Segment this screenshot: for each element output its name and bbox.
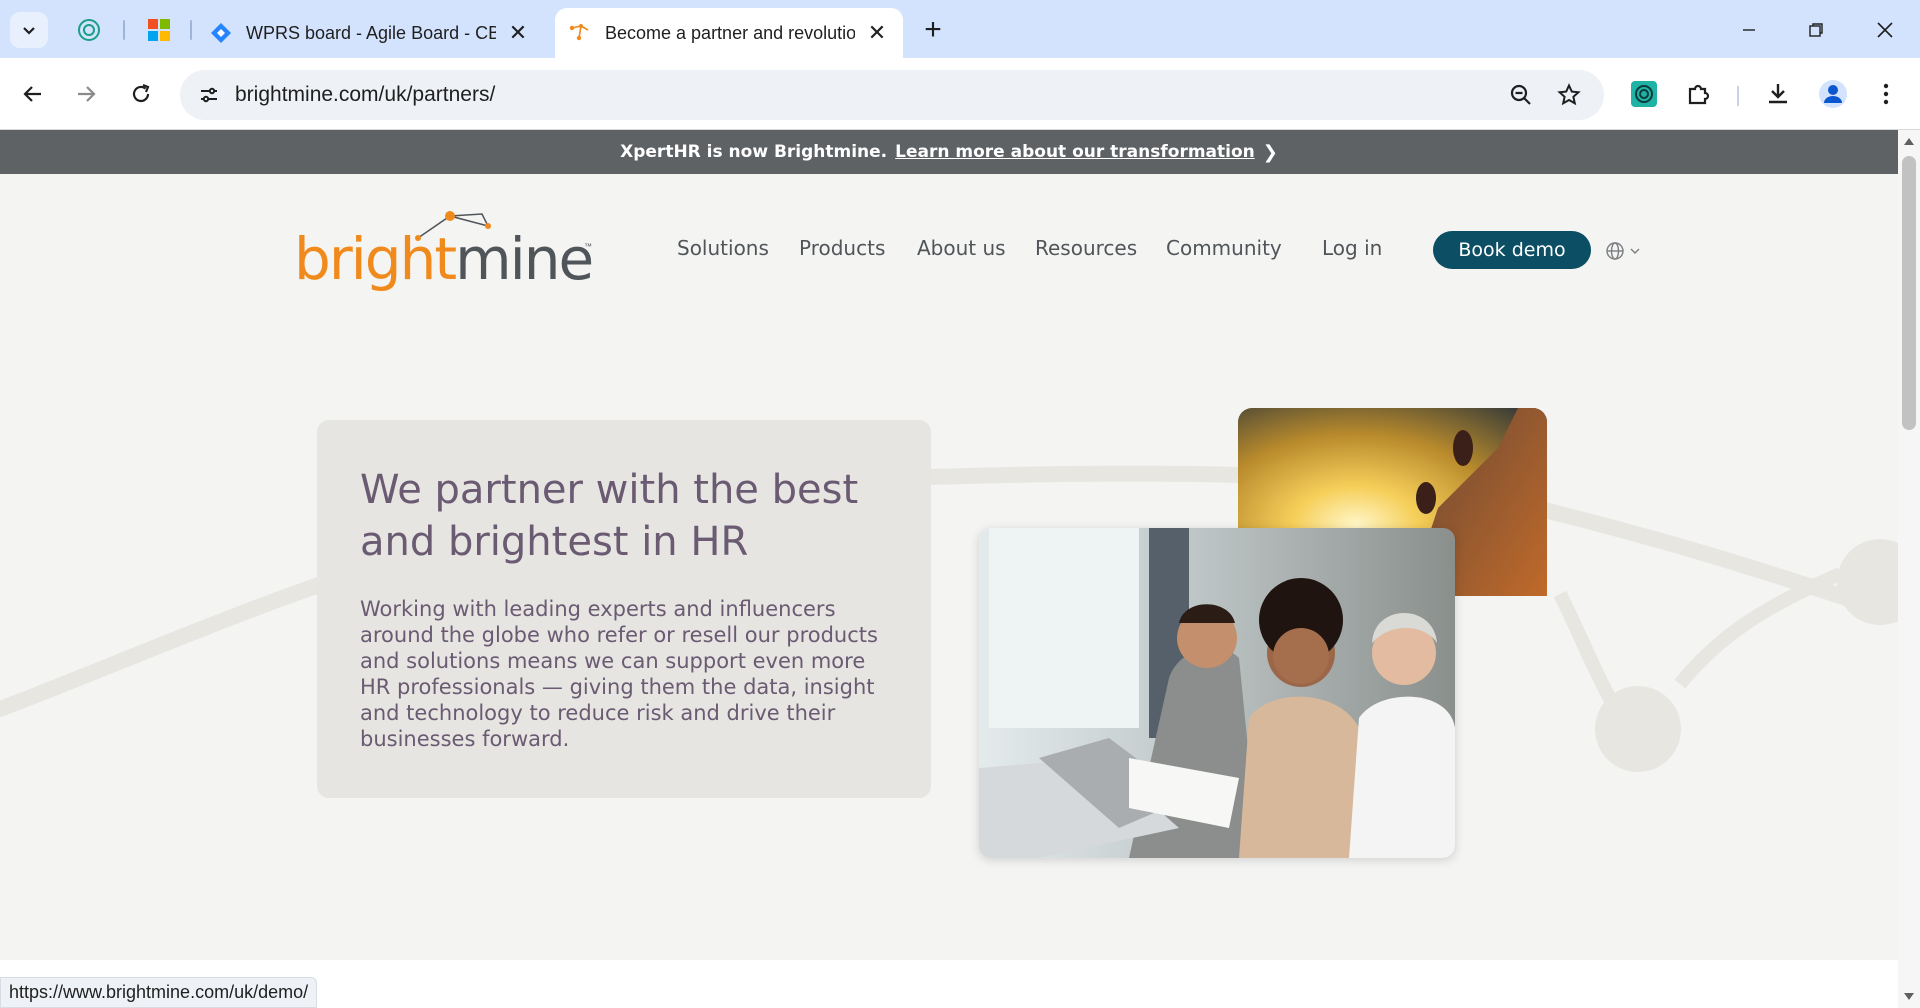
transformation-link[interactable]: Learn more about our transformation (895, 142, 1255, 162)
browser-toolbar: brightmine.com/uk/partners/ (0, 58, 1920, 130)
tab-wprs-board[interactable]: WPRS board - Agile Board - CB ✕ (196, 8, 548, 58)
extension-chatgpt-button[interactable] (1624, 74, 1664, 114)
logo-wordmark: brightmine (294, 230, 594, 288)
decorative-network-lines (0, 465, 1898, 772)
chatgpt-extension-icon (1631, 81, 1657, 107)
nav-login[interactable]: Log in (1322, 236, 1382, 260)
zoom-button[interactable] (1506, 80, 1536, 110)
pinned-tab-chatgpt[interactable] (73, 14, 105, 46)
minimize-icon (1743, 29, 1755, 31)
restore-icon (1809, 23, 1823, 37)
chatgpt-icon (78, 19, 100, 41)
scrollbar-thumb[interactable] (1902, 156, 1916, 430)
toolbar-separator (1737, 86, 1739, 106)
book-demo-button[interactable]: Book demo (1433, 231, 1591, 269)
close-tab-icon[interactable]: ✕ (865, 20, 889, 45)
chevron-down-icon (1630, 248, 1640, 254)
tab-search-button[interactable] (10, 12, 48, 48)
minimize-button[interactable] (1725, 10, 1773, 50)
close-tab-icon[interactable]: ✕ (506, 20, 530, 45)
chevron-right-icon[interactable]: ❯ (1263, 142, 1278, 163)
logo-bright: bright (294, 225, 457, 293)
hero-description: Working with leading experts and influen… (360, 597, 878, 751)
extensions-button[interactable] (1679, 74, 1719, 114)
url-text[interactable]: brightmine.com/uk/partners/ (235, 83, 495, 107)
scroll-up-arrow-icon[interactable] (1904, 138, 1914, 145)
star-icon (1557, 83, 1581, 106)
tab-brightmine-partners[interactable]: Become a partner and revolutionise ✕ (555, 8, 903, 58)
reload-button[interactable] (121, 74, 161, 114)
logo-mine: mine (455, 225, 594, 293)
language-selector[interactable] (1605, 239, 1645, 263)
brightmine-logo[interactable]: brightmine ™ (292, 204, 598, 294)
download-icon (1769, 84, 1787, 104)
site-info-button[interactable] (194, 80, 224, 110)
back-button[interactable] (13, 74, 53, 114)
arrow-right-icon (78, 86, 96, 102)
pinned-tab-microsoft[interactable] (143, 14, 175, 46)
nav-about-us[interactable]: About us (917, 236, 1006, 260)
tab-separator (123, 20, 125, 40)
page-content: brightmine ™ Solutions Products About us… (0, 174, 1898, 960)
jira-icon (211, 23, 231, 43)
page-scrollbar[interactable] (1898, 130, 1920, 1008)
brightmine-favicon-icon (569, 24, 589, 41)
logo-trademark: ™ (584, 242, 592, 251)
scroll-down-arrow-icon[interactable] (1904, 993, 1914, 1000)
profile-button[interactable] (1813, 74, 1853, 114)
hero-card: We partner with the best and brightest i… (317, 420, 931, 798)
announcement-banner: XpertHR is now Brightmine. Learn more ab… (0, 130, 1898, 174)
more-vert-icon (1883, 83, 1889, 105)
nav-community[interactable]: Community (1166, 236, 1282, 260)
puzzle-icon (1688, 84, 1710, 105)
avatar-icon (1819, 80, 1847, 108)
browser-tab-strip: WPRS board - Agile Board - CB ✕ Become a… (0, 0, 1920, 58)
downloads-button[interactable] (1758, 74, 1798, 114)
bookmark-button[interactable] (1554, 80, 1584, 110)
close-window-button[interactable] (1861, 10, 1909, 50)
restore-button[interactable] (1792, 10, 1840, 50)
browser-menu-button[interactable] (1866, 74, 1906, 114)
tab-title: WPRS board - Agile Board - CB (246, 22, 496, 43)
announcement-text: XpertHR is now Brightmine. (620, 142, 888, 162)
new-tab-button[interactable]: + (917, 13, 949, 46)
reload-icon (132, 83, 150, 103)
tab-separator (190, 20, 192, 40)
chevron-down-icon (23, 27, 35, 35)
microsoft-logo-icon (148, 19, 170, 41)
nav-solutions[interactable]: Solutions (677, 236, 769, 260)
forward-button[interactable] (66, 74, 106, 114)
zoom-out-icon (1510, 84, 1531, 105)
address-bar[interactable]: brightmine.com/uk/partners/ (180, 70, 1604, 120)
close-icon (1877, 22, 1893, 38)
tab-title: Become a partner and revolutionise (605, 22, 855, 43)
nav-products[interactable]: Products (799, 236, 885, 260)
tune-icon (201, 87, 217, 103)
status-bar-url: https://www.brightmine.com/uk/demo/ (0, 977, 318, 1008)
arrow-left-icon (23, 86, 41, 102)
team-meeting-photo (979, 528, 1455, 858)
globe-icon (1606, 242, 1624, 260)
hero-title: We partner with the best and brightest i… (360, 467, 859, 565)
nav-resources[interactable]: Resources (1035, 236, 1137, 260)
